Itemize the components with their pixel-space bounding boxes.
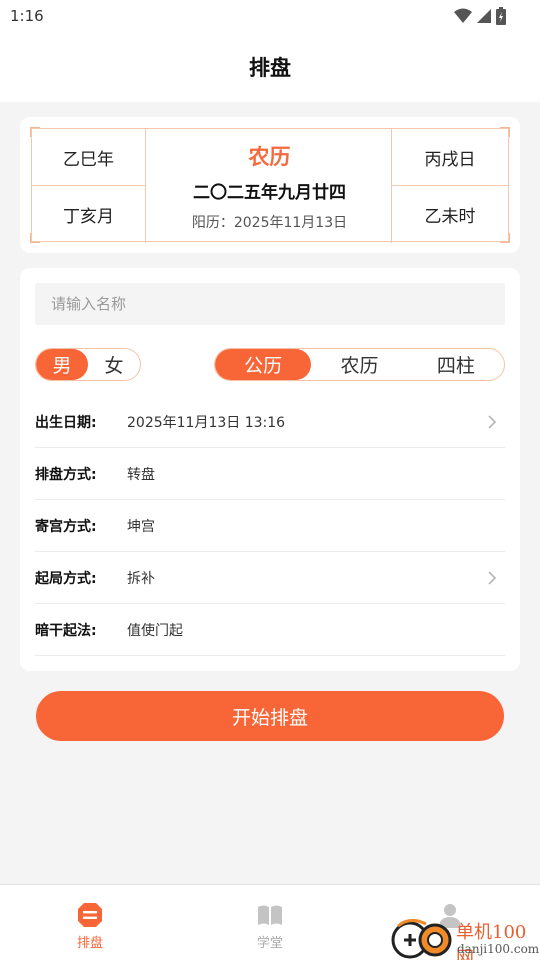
month-pillar: 丁亥月 [32,186,146,243]
row-label: 出生日期: [35,414,97,431]
hour-pillar: 乙未时 [391,186,508,243]
page-title: 排盘 [249,56,291,80]
row-value: 转盘 [127,466,155,483]
row-label: 起局方式: [35,570,97,587]
tab-label: 排盘 [76,936,103,951]
row-start-method[interactable]: 起局方式: 拆补 [35,552,505,604]
row-label: 排盘方式: [35,466,97,483]
calendar-option-lunar[interactable]: 农历 [311,349,407,380]
calendar-type-toggle: 公历 农历 四柱 [214,348,505,381]
form-card: 男 女 公历 农历 四柱 出生日期: 2025年11月13日 13:16 排盘方… [20,268,520,671]
day-pillar: 丙戌日 [391,129,508,186]
watermark-url: danji100.com [457,942,540,956]
solar-date: 阳历：2025年11月13日 [191,215,348,231]
status-icons [454,6,506,26]
title-bar: 排盘 [0,32,540,102]
book-icon [258,905,282,925]
calendar-frame: 乙巳年 丁亥月 农历 二〇二五年九月廿四 阳历：2025年11月13日 丙戌日 … [30,127,510,243]
watermark-logo [391,919,452,959]
row-label: 寄宫方式: [35,518,97,535]
lunar-center: 农历 二〇二五年九月廿四 阳历：2025年11月13日 [146,129,393,243]
gender-option-male[interactable]: 男 [36,349,88,380]
row-value: 拆补 [127,570,155,587]
year-pillar: 乙巳年 [32,129,146,186]
status-bar: 1:16 [0,0,540,32]
row-birth-date[interactable]: 出生日期: 2025年11月13日 13:16 [35,396,505,448]
name-input[interactable] [35,283,505,325]
wifi-icon [454,8,472,23]
tab-school[interactable]: 学堂 [220,885,320,955]
row-label: 暗干起法: [35,622,97,639]
start-paipan-button[interactable]: 开始排盘 [36,691,504,741]
row-value: 坤宫 [127,518,155,535]
gender-toggle: 男 女 [35,348,141,381]
row-value: 2025年11月13日 13:16 [127,414,286,431]
lunar-title: 农历 [248,145,291,169]
row-palace-method[interactable]: 寄宫方式: 坤宫 [35,500,505,552]
battery-icon [496,7,506,25]
tab-label: 学堂 [256,936,283,951]
paipan-icon [78,903,102,927]
chevron-right-icon [488,571,497,585]
chevron-right-icon [488,415,497,429]
tab-paipan[interactable]: 排盘 [40,885,140,955]
calendar-card: 乙巳年 丁亥月 农历 二〇二五年九月廿四 阳历：2025年11月13日 丙戌日 … [20,117,520,253]
lunar-date: 二〇二五年九月廿四 [193,183,346,203]
row-layout-method[interactable]: 排盘方式: 转盘 [35,448,505,500]
calendar-option-four-pillars[interactable]: 四柱 [408,349,504,380]
row-hidden-stem-method[interactable]: 暗干起法: 值使门起 [35,604,505,656]
signal-icon [477,9,491,23]
calendar-option-solar[interactable]: 公历 [215,349,312,380]
row-value: 值使门起 [127,622,183,639]
status-time: 1:16 [10,7,44,25]
gender-option-female[interactable]: 女 [88,349,140,380]
